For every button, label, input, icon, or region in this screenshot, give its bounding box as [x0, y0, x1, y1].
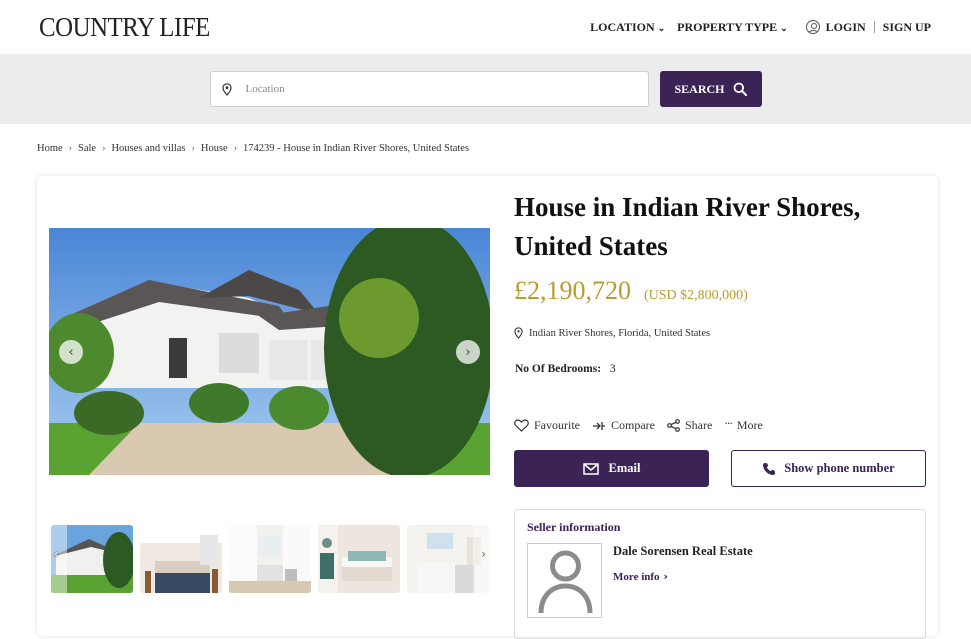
- location-search-input[interactable]: [245, 83, 626, 95]
- search-band: SEARCH: [0, 54, 971, 124]
- favourite-button[interactable]: Favourite: [514, 418, 580, 433]
- thumbnail-image: [140, 525, 222, 593]
- breadcrumb: Home › Sale › Houses and villas › House …: [37, 143, 469, 154]
- email-button[interactable]: Email: [514, 450, 709, 487]
- main-property-photo[interactable]: ‹ ›: [49, 228, 490, 475]
- seller-info-panel: Seller information Dale Sorensen Real Es…: [514, 509, 926, 639]
- nav-signup[interactable]: SIGN UP: [883, 20, 931, 35]
- thumbnail-5[interactable]: ›: [407, 525, 489, 593]
- next-photo-button[interactable]: ›: [456, 340, 480, 364]
- nav-property-type[interactable]: PROPERTY TYPE ⌄: [677, 20, 787, 35]
- heart-icon: [514, 419, 529, 432]
- prev-photo-button[interactable]: ‹: [59, 340, 83, 364]
- listing-card: ‹ › ‹ › House in Indian River Shores, Un…: [37, 176, 938, 639]
- bedrooms-info: No Of Bedrooms: 3: [515, 363, 616, 375]
- search-button[interactable]: SEARCH: [659, 71, 762, 107]
- favourite-label: Favourite: [534, 418, 580, 432]
- phone-icon: [763, 462, 776, 475]
- location-search-box[interactable]: [209, 71, 649, 107]
- location-pin-icon: [514, 327, 523, 339]
- seller-name: Dale Sorensen Real Estate: [613, 544, 753, 558]
- chevron-right-icon: ›: [191, 143, 195, 154]
- compare-label: Compare: [611, 418, 655, 432]
- nav-location-label: LOCATION: [590, 19, 655, 34]
- chevron-right-icon: ›: [663, 570, 669, 583]
- more-button[interactable]: ··· More: [724, 417, 763, 433]
- show-phone-button-label: Show phone number: [784, 461, 895, 475]
- more-info-link[interactable]: More info ›: [613, 570, 668, 583]
- chevron-left-icon: ‹: [68, 344, 74, 360]
- listing-location-text: Indian River Shores, Florida, United Sta…: [529, 327, 711, 339]
- user-placeholder-icon: [538, 550, 593, 614]
- chevron-down-icon: ⌄: [780, 22, 788, 33]
- breadcrumb-current: 174239 - House in Indian River Shores, U…: [243, 143, 470, 154]
- chevron-right-icon: ›: [465, 344, 471, 360]
- price-row: £2,190,720 (USD $2,800,000): [514, 276, 748, 306]
- breadcrumb-home[interactable]: Home: [37, 143, 63, 154]
- nav-signup-label: SIGN UP: [882, 19, 931, 34]
- location-pin-icon: [221, 82, 232, 96]
- nav-login-label: LOGIN: [825, 19, 866, 34]
- search-icon: [733, 82, 747, 96]
- chevron-down-icon: ⌄: [657, 22, 666, 33]
- thumbnail-image: [51, 525, 133, 593]
- thumbnail-image: [407, 525, 489, 593]
- thumbnail-image: [318, 525, 400, 593]
- chevron-right-icon: ›: [481, 547, 486, 561]
- nav-property-type-label: PROPERTY TYPE: [677, 19, 778, 34]
- thumbnail-3[interactable]: [229, 525, 311, 593]
- nav-location[interactable]: LOCATION ⌄: [590, 20, 665, 35]
- ellipsis-icon: ···: [724, 417, 732, 430]
- listing-price: £2,190,720: [514, 276, 631, 305]
- share-label: Share: [685, 418, 713, 432]
- thumbnail-2[interactable]: [140, 525, 222, 593]
- seller-info-heading: Seller information: [527, 520, 621, 534]
- breadcrumb-house[interactable]: House: [201, 143, 228, 154]
- compare-icon: [593, 421, 605, 430]
- chevron-right-icon: ›: [233, 143, 238, 154]
- site-header: COUNTRY LIFE LOCATION ⌄ PROPERTY TYPE ⌄ …: [0, 0, 971, 54]
- thumbnail-image: [229, 525, 311, 593]
- seller-avatar: [527, 543, 602, 618]
- thumbnail-1[interactable]: ‹: [51, 525, 133, 593]
- house-photo-image: [49, 228, 490, 475]
- top-nav: LOCATION ⌄ PROPERTY TYPE ⌄ LOGIN SIGN UP: [590, 20, 931, 35]
- more-info-label: More info: [613, 570, 660, 583]
- breadcrumb-houses-villas[interactable]: Houses and villas: [111, 143, 185, 154]
- more-label: More: [736, 418, 763, 432]
- nav-login[interactable]: LOGIN: [805, 19, 866, 35]
- site-logo[interactable]: COUNTRY LIFE: [39, 12, 210, 43]
- breadcrumb-sale[interactable]: Sale: [78, 143, 96, 154]
- photo-thumbnails: ‹ ›: [51, 525, 489, 593]
- chevron-right-icon: ›: [102, 143, 106, 154]
- show-phone-button[interactable]: Show phone number: [731, 450, 926, 487]
- nav-divider: [873, 21, 875, 33]
- listing-price-usd: (USD $2,800,000): [644, 288, 748, 303]
- envelope-icon: [582, 462, 599, 475]
- user-icon: [805, 20, 820, 34]
- bedrooms-value: 3: [609, 363, 616, 375]
- listing-title: House in Indian River Shores, United Sta…: [514, 192, 861, 261]
- chevron-left-icon: ‹: [54, 547, 59, 561]
- share-button[interactable]: Share: [667, 418, 712, 433]
- search-button-label: SEARCH: [674, 81, 725, 96]
- email-button-label: Email: [608, 461, 641, 475]
- thumbnail-4[interactable]: [318, 525, 400, 593]
- listing-actions: Favourite Compare Share ··· More: [514, 417, 763, 433]
- listing-location: Indian River Shores, Florida, United Sta…: [514, 327, 710, 339]
- share-icon: [667, 419, 680, 432]
- chevron-right-icon: ›: [68, 143, 73, 154]
- compare-button[interactable]: Compare: [592, 418, 655, 433]
- bedrooms-label: No Of Bedrooms:: [515, 363, 602, 375]
